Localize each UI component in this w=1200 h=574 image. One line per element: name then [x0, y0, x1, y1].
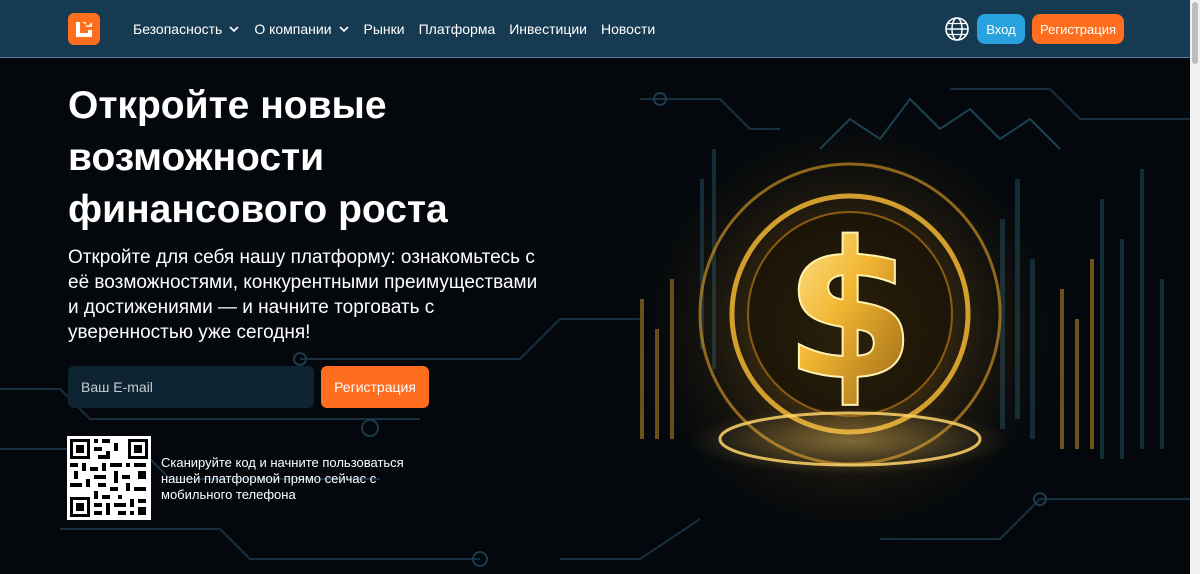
hero-subtitle: Откройте для себя нашу платформу: ознако… [68, 245, 568, 345]
register-button-hero[interactable]: Регистрация [321, 366, 429, 408]
chevron-down-icon [229, 26, 239, 33]
hero-subtitle-line: уверенностью уже сегодня! [68, 322, 311, 343]
nav-item-security[interactable]: Безопасность [133, 21, 240, 37]
scrollbar-thumb[interactable] [1192, 2, 1198, 64]
nav-item-about[interactable]: О компании [254, 21, 349, 37]
brand-logo[interactable] [68, 13, 100, 45]
hero-title-line: Откройте новые [68, 84, 387, 127]
svg-text:$: $ [784, 201, 916, 422]
qr-code [67, 436, 151, 520]
nav-item-label: Платформа [418, 21, 496, 37]
qr-caption: Сканируйте код и начните пользоваться на… [161, 455, 441, 503]
nav-item-label: О компании [254, 21, 332, 37]
email-field[interactable] [68, 366, 314, 408]
hero-subtitle-line: и достижениями — и начните торговать с [68, 297, 435, 318]
hero-title: Откройте новые возможности финансового р… [68, 80, 548, 236]
page-scrollbar[interactable] [1190, 0, 1200, 574]
hero-title-line: возможности [68, 136, 325, 179]
nav-item-label: Новости [601, 21, 656, 37]
top-navbar: Безопасность О компании Рынки Платформа … [0, 0, 1200, 58]
qr-caption-line: мобильного телефона [161, 487, 296, 502]
qr-caption-line: нашей платформой прямо сейчас с [161, 471, 377, 486]
main-nav: Безопасность О компании Рынки Платформа … [133, 0, 669, 58]
hero-subtitle-line: Откройте для себя нашу платформу: ознако… [68, 247, 535, 268]
nav-item-label: Безопасность [133, 21, 223, 37]
nav-item-label: Инвестиции [509, 21, 587, 37]
nav-item-news[interactable]: Новости [601, 21, 655, 37]
hero-subtitle-line: её возможностями, конкурентными преимуще… [68, 272, 538, 293]
hero-title-line: финансового роста [68, 188, 448, 231]
chevron-down-icon [338, 26, 349, 33]
logo-icon [76, 22, 92, 37]
nav-item-investments[interactable]: Инвестиции [509, 21, 587, 37]
login-button[interactable]: Вход [977, 14, 1025, 44]
qr-caption-line: Сканируйте код и начните пользоваться [161, 455, 404, 470]
register-button-header[interactable]: Регистрация [1032, 14, 1124, 44]
nav-item-markets[interactable]: Рынки [364, 21, 405, 37]
globe-icon[interactable] [944, 16, 970, 42]
nav-item-platform[interactable]: Платформа [419, 21, 496, 37]
nav-item-label: Рынки [363, 21, 405, 37]
